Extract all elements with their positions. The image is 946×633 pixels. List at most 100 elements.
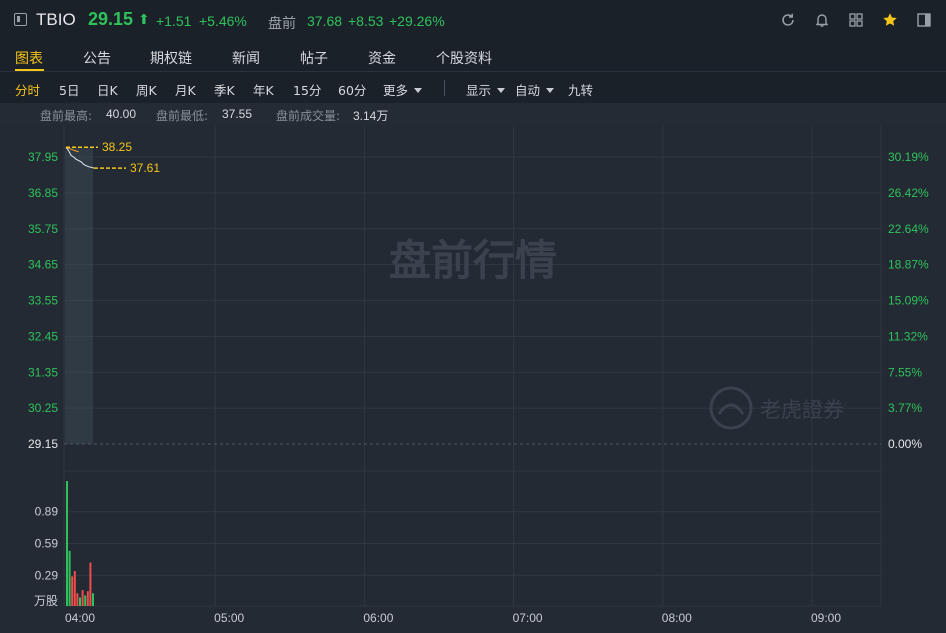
volume-bar [84,595,87,606]
premarket-price: 37.68 [307,13,343,29]
y-axis-price-label: 30.25 [28,401,58,415]
intraday-chart[interactable]: 37.95 30.19% 36.85 26.42% 35.75 22.64% 34.65 18… [0,125,946,633]
y-axis-pct-label: 26.42% [888,186,929,200]
premarket-volume-label: 盘前成交量: [276,109,341,123]
x-axis-time-label: 07:00 [513,611,543,625]
premarket-low-label: 盘前最低: [156,109,209,123]
y-axis-price-label: 36.85 [28,186,58,200]
premarket-change: +8.53 [348,13,384,29]
y-axis-price-label: 32.45 [28,329,58,343]
y-axis-pct-label: 3.77% [888,401,922,415]
period-daily[interactable]: 日K [97,80,118,99]
tab-announcements[interactable]: 公告 [83,48,111,68]
premarket-area-band [65,147,93,444]
collapse-panel-icon[interactable] [14,13,27,26]
x-axis-time-label: 04:00 [65,611,95,625]
y-axis-pct-label: 0.00% [888,437,922,451]
volume-bar [81,590,84,606]
period-more-label: 更多 [383,83,409,98]
premarket-high-value: 40.00 [106,107,137,121]
star-icon[interactable] [882,12,898,28]
tab-company-profile[interactable]: 个股资料 [436,48,492,68]
price-change: +1.51 [156,13,192,29]
period-intraday[interactable]: 分时 [15,80,40,99]
quote-bar: TBIO 29.15 ⬆ +1.51 +5.46% 盘前 37.68 +8.53… [0,0,946,40]
premarket-volume-value: 3.14万 [353,109,389,123]
y-axis-price-label: 33.55 [28,294,58,308]
y-axis-pct-label: 11.32% [888,329,928,343]
volume-axis-label: 0.29 [35,568,59,582]
price-annotation-label: 38.25 [102,140,132,154]
volume-axis-label: 0.89 [35,505,59,519]
auto-dropdown[interactable]: 自动 [515,80,555,99]
premarket-change-pct: +29.26% [389,13,445,29]
y-axis-pct-label: 30.19% [888,150,929,164]
volume-bar [71,576,74,606]
refresh-icon[interactable] [780,12,796,28]
volume-bar [68,550,71,606]
period-60min[interactable]: 60分 [338,80,366,99]
price-change-pct: +5.46% [199,13,247,29]
chart-canvas: 37.95 30.19% 36.85 26.42% 35.75 22.64% 34.65 18… [28,125,929,625]
volume-bar [66,481,68,606]
price-annotation-label: 37.61 [130,161,160,175]
period-quarterly[interactable]: 季K [214,80,235,99]
premarket-low-value: 37.55 [222,107,253,121]
y-axis-pct-label: 7.55% [888,365,922,379]
x-axis-time-label: 09:00 [811,611,841,625]
auto-label: 自动 [515,83,541,98]
toolbar-divider [444,80,445,96]
chevron-down-icon [546,88,555,93]
active-tab-indicator [15,69,44,71]
volume-bar [79,597,81,606]
bell-icon[interactable] [814,12,830,28]
watermark-brand: 老虎證券 [760,398,844,422]
ticker-symbol: TBIO [36,10,76,29]
volume-bar [73,571,76,606]
period-weekly[interactable]: 周K [136,80,157,99]
sidebar-icon[interactable] [916,12,932,28]
watermark-title: 盘前行情 [389,236,557,285]
period-5day[interactable]: 5日 [59,80,79,99]
display-label: 显示 [466,83,492,98]
volume-unit-label: 万股 [34,594,58,608]
period-more-dropdown[interactable]: 更多 [383,80,423,99]
x-axis-time-label: 06:00 [363,611,393,625]
period-yearly[interactable]: 年K [253,80,274,99]
period-monthly[interactable]: 月K [175,80,196,99]
grid-icon[interactable] [848,12,864,28]
tab-posts[interactable]: 帖子 [300,48,328,68]
tab-options-chain[interactable]: 期权链 [150,48,192,68]
display-dropdown[interactable]: 显示 [466,80,506,99]
premarket-label: 盘前 [268,16,296,32]
up-arrow-icon: ⬆ [138,12,150,28]
premarket-high-label: 盘前最高: [40,109,93,123]
period-15min[interactable]: 15分 [293,80,321,99]
period-toolbar: 分时 5日 日K 周K 月K 季K 年K 15分 60分 更多 显示 自动 九转 [0,73,946,103]
last-price: 29.15 [88,9,134,29]
chevron-down-icon [497,88,506,93]
y-axis-price-label: 31.35 [28,365,58,379]
premarket-stats: 盘前最高: 40.00 盘前最低: 37.55 盘前成交量: 3.14万 [0,103,946,125]
tab-news[interactable]: 新闻 [232,48,260,68]
tiger-logo-stripe-icon [717,403,745,415]
y-axis-pct-label: 18.87% [888,258,929,272]
main-tabs: 图表 公告 期权链 新闻 帖子 资金 个股资料 [0,40,946,72]
y-axis-price-label: 34.65 [28,258,58,272]
tab-chart[interactable]: 图表 [15,48,43,68]
volume-bar [76,593,79,606]
y-axis-pct-label: 22.64% [888,222,929,236]
y-axis-pct-label: 15.09% [888,294,929,308]
volume-bar [92,593,94,606]
tab-funds[interactable]: 资金 [368,48,396,68]
y-axis-price-label: 29.15 [28,437,58,451]
nine-turns-button[interactable]: 九转 [568,80,593,99]
x-axis-time-label: 08:00 [662,611,692,625]
volume-bar [89,562,92,606]
y-axis-price-label: 35.75 [28,222,58,236]
x-axis-time-label: 05:00 [214,611,244,625]
y-axis-price-label: 37.95 [28,150,58,164]
chevron-down-icon [414,88,423,93]
volume-axis-label: 0.59 [35,537,59,551]
volume-bar [86,591,89,606]
